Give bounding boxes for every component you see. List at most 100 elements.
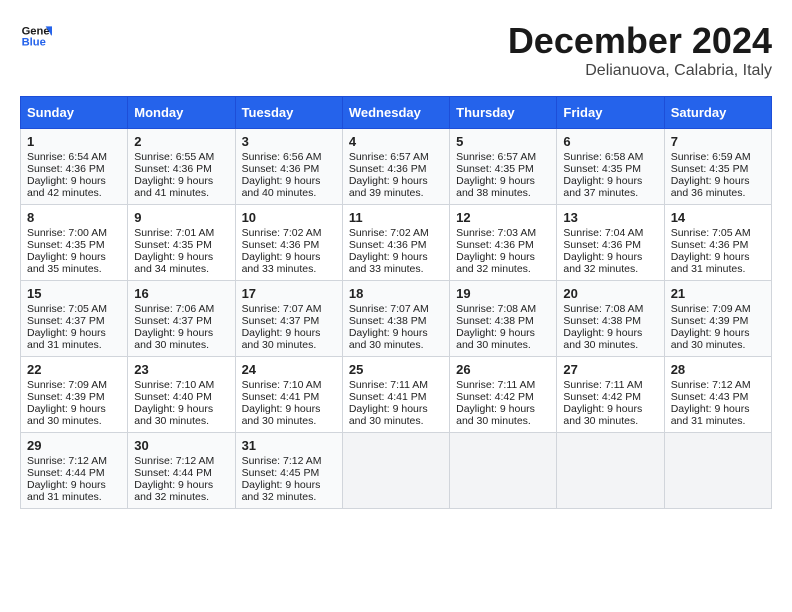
calendar-cell: 19 Sunrise: 7:08 AM Sunset: 4:38 PM Dayl… bbox=[450, 281, 557, 357]
daylight-label: Daylight: 9 hours and 32 minutes. bbox=[563, 251, 642, 275]
sunrise-label: Sunrise: 7:02 AM bbox=[349, 227, 429, 239]
daylight-label: Daylight: 9 hours and 39 minutes. bbox=[349, 175, 428, 199]
calendar-cell: 11 Sunrise: 7:02 AM Sunset: 4:36 PM Dayl… bbox=[342, 205, 449, 281]
sunset-label: Sunset: 4:42 PM bbox=[456, 391, 534, 403]
day-number: 25 bbox=[349, 362, 443, 377]
svg-text:Blue: Blue bbox=[22, 37, 46, 49]
sunrise-label: Sunrise: 7:05 AM bbox=[27, 303, 107, 315]
calendar-cell: 17 Sunrise: 7:07 AM Sunset: 4:37 PM Dayl… bbox=[235, 281, 342, 357]
calendar-cell: 25 Sunrise: 7:11 AM Sunset: 4:41 PM Dayl… bbox=[342, 357, 449, 433]
sunrise-label: Sunrise: 7:10 AM bbox=[242, 379, 322, 391]
sunrise-label: Sunrise: 6:58 AM bbox=[563, 151, 643, 163]
day-number: 1 bbox=[27, 134, 121, 149]
month-title: December 2024 bbox=[508, 20, 772, 62]
calendar-row: 29 Sunrise: 7:12 AM Sunset: 4:44 PM Dayl… bbox=[21, 433, 772, 509]
col-wednesday: Wednesday bbox=[342, 97, 449, 129]
sunset-label: Sunset: 4:36 PM bbox=[563, 239, 641, 251]
sunrise-label: Sunrise: 6:57 AM bbox=[456, 151, 536, 163]
daylight-label: Daylight: 9 hours and 35 minutes. bbox=[27, 251, 106, 275]
calendar-cell: 31 Sunrise: 7:12 AM Sunset: 4:45 PM Dayl… bbox=[235, 433, 342, 509]
col-friday: Friday bbox=[557, 97, 664, 129]
calendar-cell: 7 Sunrise: 6:59 AM Sunset: 4:35 PM Dayli… bbox=[664, 129, 771, 205]
calendar-cell: 26 Sunrise: 7:11 AM Sunset: 4:42 PM Dayl… bbox=[450, 357, 557, 433]
day-number: 29 bbox=[27, 438, 121, 453]
day-number: 30 bbox=[134, 438, 228, 453]
day-number: 4 bbox=[349, 134, 443, 149]
calendar-cell: 2 Sunrise: 6:55 AM Sunset: 4:36 PM Dayli… bbox=[128, 129, 235, 205]
sunset-label: Sunset: 4:41 PM bbox=[349, 391, 427, 403]
sunrise-label: Sunrise: 7:11 AM bbox=[349, 379, 428, 391]
daylight-label: Daylight: 9 hours and 37 minutes. bbox=[563, 175, 642, 199]
day-number: 17 bbox=[242, 286, 336, 301]
daylight-label: Daylight: 9 hours and 31 minutes. bbox=[27, 479, 106, 503]
daylight-label: Daylight: 9 hours and 34 minutes. bbox=[134, 251, 213, 275]
calendar-cell: 3 Sunrise: 6:56 AM Sunset: 4:36 PM Dayli… bbox=[235, 129, 342, 205]
sunrise-label: Sunrise: 7:00 AM bbox=[27, 227, 107, 239]
calendar-cell: 4 Sunrise: 6:57 AM Sunset: 4:36 PM Dayli… bbox=[342, 129, 449, 205]
day-number: 31 bbox=[242, 438, 336, 453]
sunrise-label: Sunrise: 7:10 AM bbox=[134, 379, 214, 391]
sunrise-label: Sunrise: 7:04 AM bbox=[563, 227, 643, 239]
sunset-label: Sunset: 4:44 PM bbox=[27, 467, 105, 479]
sunset-label: Sunset: 4:35 PM bbox=[671, 163, 749, 175]
sunrise-label: Sunrise: 7:08 AM bbox=[563, 303, 643, 315]
daylight-label: Daylight: 9 hours and 30 minutes. bbox=[349, 403, 428, 427]
sunrise-label: Sunrise: 7:09 AM bbox=[671, 303, 751, 315]
sunrise-label: Sunrise: 7:07 AM bbox=[349, 303, 429, 315]
daylight-label: Daylight: 9 hours and 30 minutes. bbox=[242, 403, 321, 427]
calendar-cell: 22 Sunrise: 7:09 AM Sunset: 4:39 PM Dayl… bbox=[21, 357, 128, 433]
calendar-cell: 18 Sunrise: 7:07 AM Sunset: 4:38 PM Dayl… bbox=[342, 281, 449, 357]
sunset-label: Sunset: 4:44 PM bbox=[134, 467, 212, 479]
day-number: 22 bbox=[27, 362, 121, 377]
daylight-label: Daylight: 9 hours and 30 minutes. bbox=[456, 403, 535, 427]
calendar-cell bbox=[342, 433, 449, 509]
daylight-label: Daylight: 9 hours and 30 minutes. bbox=[456, 327, 535, 351]
sunrise-label: Sunrise: 6:54 AM bbox=[27, 151, 107, 163]
daylight-label: Daylight: 9 hours and 38 minutes. bbox=[456, 175, 535, 199]
calendar-cell: 6 Sunrise: 6:58 AM Sunset: 4:35 PM Dayli… bbox=[557, 129, 664, 205]
day-number: 11 bbox=[349, 210, 443, 225]
sunset-label: Sunset: 4:36 PM bbox=[349, 163, 427, 175]
daylight-label: Daylight: 9 hours and 30 minutes. bbox=[349, 327, 428, 351]
sunset-label: Sunset: 4:41 PM bbox=[242, 391, 320, 403]
daylight-label: Daylight: 9 hours and 30 minutes. bbox=[27, 403, 106, 427]
day-number: 28 bbox=[671, 362, 765, 377]
col-tuesday: Tuesday bbox=[235, 97, 342, 129]
header-row: Sunday Monday Tuesday Wednesday Thursday… bbox=[21, 97, 772, 129]
col-monday: Monday bbox=[128, 97, 235, 129]
calendar-cell: 15 Sunrise: 7:05 AM Sunset: 4:37 PM Dayl… bbox=[21, 281, 128, 357]
sunset-label: Sunset: 4:36 PM bbox=[349, 239, 427, 251]
sunrise-label: Sunrise: 7:11 AM bbox=[563, 379, 642, 391]
calendar-row: 15 Sunrise: 7:05 AM Sunset: 4:37 PM Dayl… bbox=[21, 281, 772, 357]
daylight-label: Daylight: 9 hours and 30 minutes. bbox=[563, 327, 642, 351]
calendar-cell: 13 Sunrise: 7:04 AM Sunset: 4:36 PM Dayl… bbox=[557, 205, 664, 281]
sunset-label: Sunset: 4:36 PM bbox=[242, 239, 320, 251]
sunset-label: Sunset: 4:36 PM bbox=[456, 239, 534, 251]
sunset-label: Sunset: 4:38 PM bbox=[349, 315, 427, 327]
sunset-label: Sunset: 4:36 PM bbox=[27, 163, 105, 175]
calendar-cell: 5 Sunrise: 6:57 AM Sunset: 4:35 PM Dayli… bbox=[450, 129, 557, 205]
sunrise-label: Sunrise: 6:55 AM bbox=[134, 151, 214, 163]
daylight-label: Daylight: 9 hours and 40 minutes. bbox=[242, 175, 321, 199]
header: General Blue December 2024 Delianuova, C… bbox=[20, 20, 772, 80]
sunset-label: Sunset: 4:45 PM bbox=[242, 467, 320, 479]
sunset-label: Sunset: 4:35 PM bbox=[456, 163, 534, 175]
daylight-label: Daylight: 9 hours and 32 minutes. bbox=[242, 479, 321, 503]
calendar-cell: 29 Sunrise: 7:12 AM Sunset: 4:44 PM Dayl… bbox=[21, 433, 128, 509]
sunrise-label: Sunrise: 7:02 AM bbox=[242, 227, 322, 239]
sunset-label: Sunset: 4:36 PM bbox=[134, 163, 212, 175]
day-number: 10 bbox=[242, 210, 336, 225]
daylight-label: Daylight: 9 hours and 33 minutes. bbox=[349, 251, 428, 275]
day-number: 9 bbox=[134, 210, 228, 225]
calendar-cell: 24 Sunrise: 7:10 AM Sunset: 4:41 PM Dayl… bbox=[235, 357, 342, 433]
sunrise-label: Sunrise: 7:01 AM bbox=[134, 227, 214, 239]
daylight-label: Daylight: 9 hours and 30 minutes. bbox=[242, 327, 321, 351]
day-number: 7 bbox=[671, 134, 765, 149]
day-number: 6 bbox=[563, 134, 657, 149]
day-number: 15 bbox=[27, 286, 121, 301]
day-number: 2 bbox=[134, 134, 228, 149]
sunset-label: Sunset: 4:40 PM bbox=[134, 391, 212, 403]
day-number: 8 bbox=[27, 210, 121, 225]
col-saturday: Saturday bbox=[664, 97, 771, 129]
sunset-label: Sunset: 4:39 PM bbox=[671, 315, 749, 327]
